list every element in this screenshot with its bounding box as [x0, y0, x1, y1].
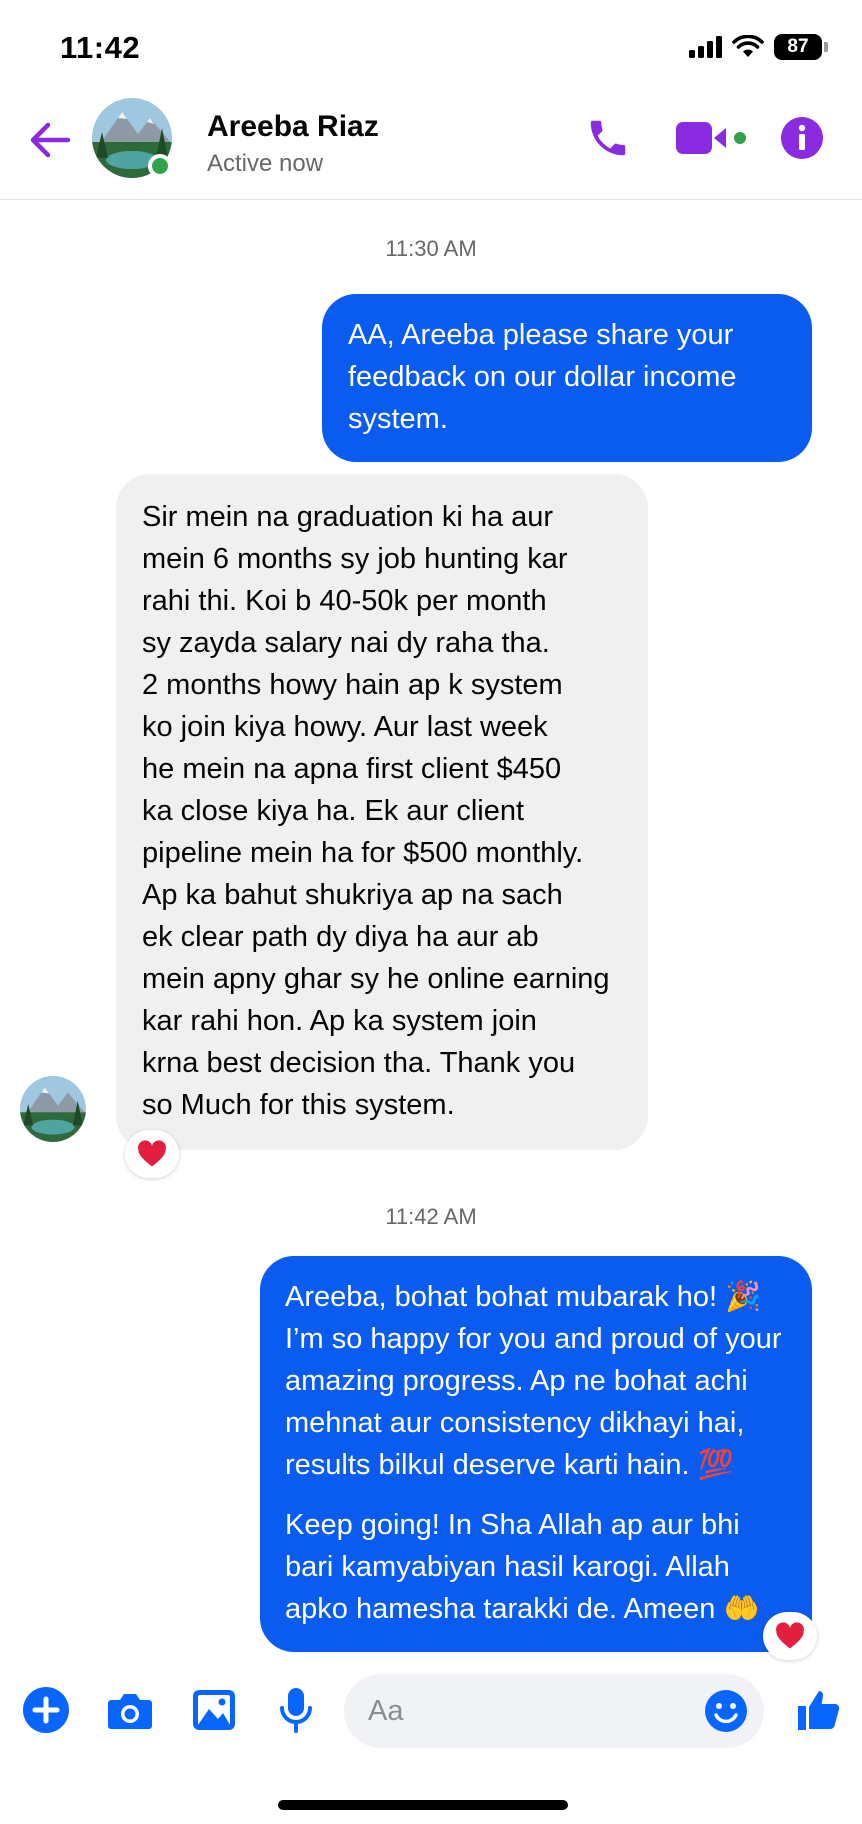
message-text-line: Ap ka bahut shukriya ap na sach [142, 879, 563, 911]
emoji-icon [705, 1690, 747, 1732]
video-call-button[interactable] [674, 112, 752, 164]
contact-name[interactable]: Areeba Riaz [207, 110, 379, 144]
message-text-line: mein 6 months sy job hunting kar [142, 543, 568, 575]
message-text-line: results bilkul deserve karti hain. 💯 [285, 1449, 734, 1481]
video-camera-icon [676, 122, 746, 154]
message-text-line: Sir mein na graduation ki ha aur [142, 501, 554, 533]
audio-call-button[interactable] [582, 112, 634, 164]
back-button[interactable] [26, 116, 74, 164]
cellular-signal-icon [689, 36, 722, 58]
message-text-line: Areeba, bohat bohat mubarak ho! 🎉 [285, 1281, 762, 1313]
message-text-line: amazing progress. Ap ne bohat achi [285, 1365, 748, 1397]
message-text-line: kar rahi hon. Ap ka system join [142, 1005, 537, 1037]
emoji-button[interactable] [700, 1685, 752, 1737]
battery-icon: 87 [774, 34, 822, 60]
back-arrow-icon [30, 122, 71, 158]
phone-icon [590, 120, 626, 156]
conversation-info-button[interactable] [776, 112, 828, 164]
thumbs-up-icon [798, 1691, 840, 1730]
online-status-dot [148, 154, 172, 178]
heart-reaction[interactable] [125, 1130, 179, 1178]
message-timestamp: 11:42 AM [385, 1204, 477, 1229]
message-text-line: krna best decision tha. Thank you [142, 1047, 576, 1079]
battery-level: 87 [787, 36, 809, 57]
message-text-line: I’m so happy for you and proud of your [285, 1323, 782, 1355]
outgoing-message[interactable]: Areeba, bohat bohat mubarak ho! 🎉 I’m so… [260, 1256, 812, 1652]
heart-icon [138, 1140, 166, 1167]
camera-button[interactable] [104, 1684, 156, 1736]
message-text-line: ka close kiya ha. Ek aur client [142, 795, 525, 827]
message-text-line: ko join kiya howy. Aur last week [142, 711, 548, 743]
message-text-line: rahi thi. Koi b 40-50k per month [142, 585, 547, 617]
contact-active-status: Active now [207, 150, 324, 177]
message-text-line: so Much for this system. [142, 1089, 455, 1121]
message-text-line: AA, Areeba please share your [348, 319, 734, 351]
incoming-message[interactable]: Sir mein na graduation ki ha aur mein 6 … [116, 474, 648, 1150]
thumbs-up-button[interactable] [790, 1684, 846, 1736]
wifi-icon [732, 35, 764, 57]
message-text-line: Keep going! In Sha Allah ap aur bhi [285, 1509, 740, 1541]
gallery-icon [193, 1690, 235, 1730]
message-text-line: apko hamesha tarakki de. Ameen 🤲 [285, 1593, 760, 1625]
outgoing-message[interactable]: AA, Areeba please share your feedback on… [322, 294, 812, 462]
camera-icon [108, 1694, 152, 1729]
status-icons: 87 [689, 32, 828, 62]
heart-reaction[interactable] [763, 1612, 817, 1660]
gallery-button[interactable] [188, 1684, 240, 1736]
message-timestamp: 11:30 AM [385, 236, 477, 261]
message-text-line: ek clear path dy diya ha aur ab [142, 921, 539, 953]
message-text-line: pipeline mein ha for $500 monthly. [142, 837, 584, 869]
message-text-line: system. [348, 403, 448, 435]
sender-avatar[interactable] [20, 1076, 86, 1142]
message-input[interactable] [368, 1674, 698, 1748]
contact-avatar-button[interactable] [92, 98, 172, 178]
message-text-line: he mein na apna first client $450 [142, 753, 562, 785]
message-text-line: mehnat aur consistency dikhayi hai, [285, 1407, 745, 1439]
message-text-line: feedback on our dollar income [348, 361, 737, 393]
message-input-container[interactable] [344, 1674, 764, 1748]
voice-message-button[interactable] [270, 1684, 322, 1736]
heart-icon [776, 1622, 804, 1649]
more-actions-button[interactable] [20, 1684, 72, 1736]
plus-icon [23, 1687, 69, 1733]
info-icon [781, 117, 823, 159]
home-indicator[interactable] [278, 1800, 568, 1810]
status-time: 11:42 [60, 30, 141, 65]
message-text-line: sy zayda salary nai dy raha tha. [142, 627, 550, 659]
message-text-line: bari kamyabiyan hasil karogi. Allah [285, 1551, 730, 1583]
microphone-icon [280, 1688, 312, 1733]
status-bar: 11:42 87 [0, 0, 862, 96]
message-text-line: mein apny ghar sy he online earning [142, 963, 610, 995]
message-text-line: 2 months howy hain ap k system [142, 669, 563, 701]
message-composer [0, 1666, 862, 1756]
conversation-header: Areeba Riaz Active now [0, 96, 862, 200]
